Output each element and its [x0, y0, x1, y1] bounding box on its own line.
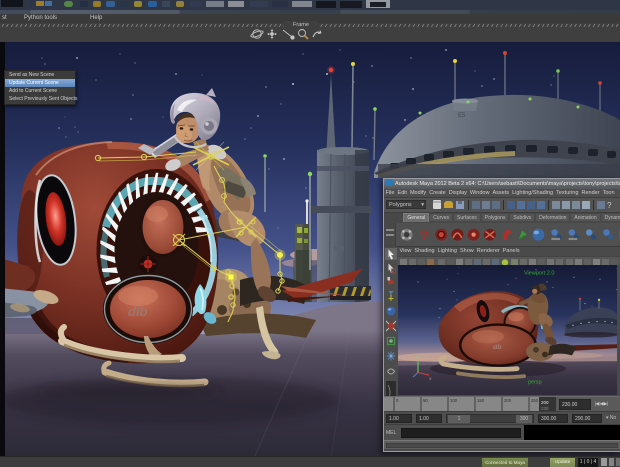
svg-text:250: 250 — [531, 398, 539, 403]
svg-text:200: 200 — [504, 398, 512, 403]
svg-text:db: db — [493, 344, 502, 351]
svg-text:50: 50 — [423, 398, 428, 403]
svg-text:150: 150 — [477, 398, 485, 403]
svg-text:dlb: dlb — [128, 304, 148, 319]
svg-text:200: 200 — [541, 400, 549, 405]
svg-text:100: 100 — [450, 398, 458, 403]
svg-text:Viewport 2.0: Viewport 2.0 — [524, 271, 554, 277]
svg-text:E5: E5 — [458, 113, 466, 119]
svg-text:?: ? — [607, 201, 612, 210]
svg-text:?: ? — [420, 227, 429, 243]
svg-text:persp: persp — [528, 380, 542, 386]
